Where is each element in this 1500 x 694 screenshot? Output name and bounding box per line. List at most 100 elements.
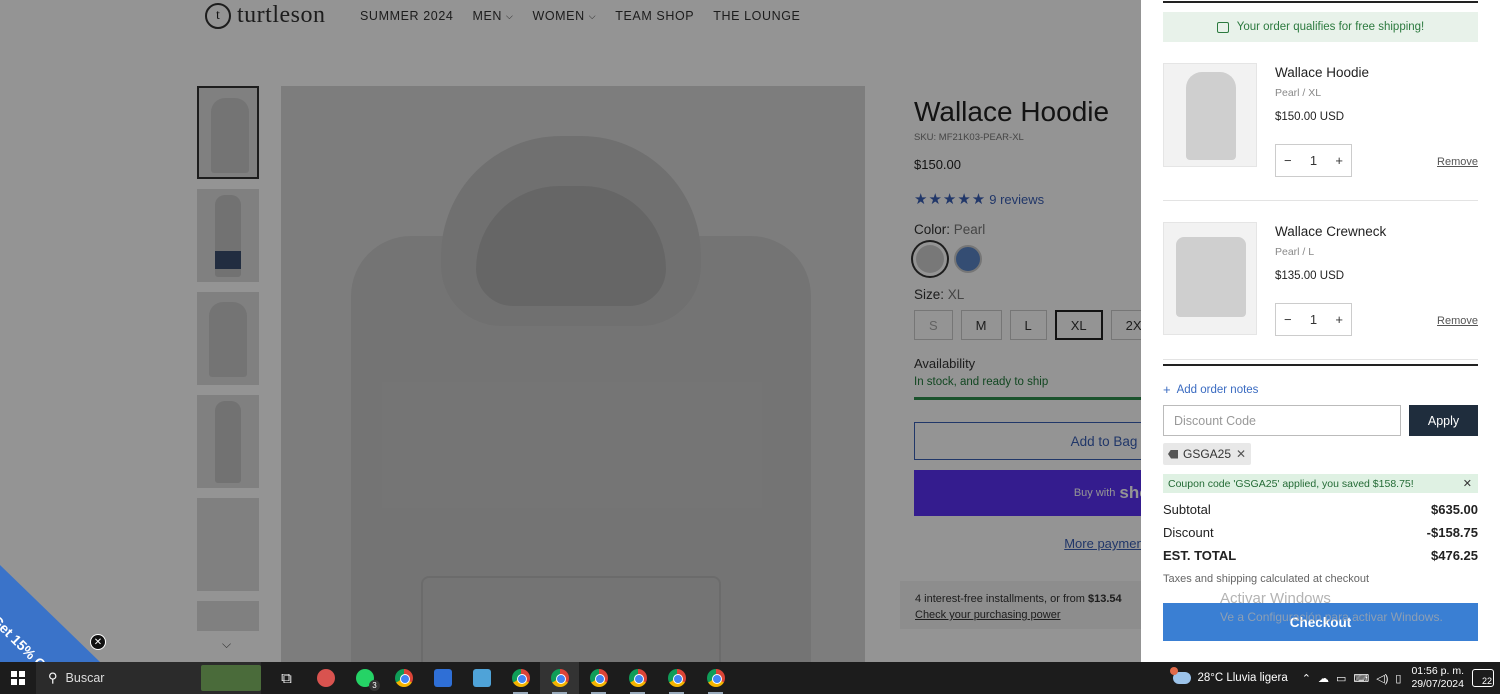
weather-icon xyxy=(1170,667,1192,684)
chrome-icon xyxy=(589,669,608,687)
network-icon[interactable]: ⌨ xyxy=(1353,672,1369,685)
quantity-stepper: − 1 + xyxy=(1275,303,1352,336)
task-view-button[interactable]: ⧉ xyxy=(267,662,306,694)
discount-label: Discount xyxy=(1163,525,1214,540)
whatsapp-badge: 3 xyxy=(369,680,380,691)
chrome-icon xyxy=(550,669,569,687)
crewneck-image xyxy=(1176,237,1246,317)
app-icon xyxy=(316,669,335,687)
windows-activation-subtitle: Ve a Configuración para activar Windows. xyxy=(1220,610,1443,624)
taskbar-chrome-3[interactable] xyxy=(540,662,579,694)
hoodie-image xyxy=(1186,72,1236,160)
cart-drawer: Your order qualifies for free shipping! … xyxy=(1141,0,1500,662)
windows-taskbar: ⚲ Buscar ⧉ 3 28°C Lluvia ligera ⌃ ☁ ▭ ⌨ … xyxy=(0,662,1500,694)
total-label: EST. TOTAL xyxy=(1163,548,1237,563)
subtotal-label: Subtotal xyxy=(1163,502,1211,517)
taskbar-chrome-5[interactable] xyxy=(618,662,657,694)
notification-count: 22 xyxy=(1481,676,1492,686)
weather-text: 28°C Lluvia ligera xyxy=(1197,672,1288,684)
remove-item-link[interactable]: Remove xyxy=(1437,156,1478,168)
notepad-icon xyxy=(472,669,491,687)
chrome-icon xyxy=(511,669,530,687)
cart-item-variant: Pearl / L xyxy=(1275,246,1315,258)
taskbar-search-label: Buscar xyxy=(65,671,105,685)
speaker-icon[interactable]: ◁) xyxy=(1376,672,1388,685)
tax-note: Taxes and shipping calculated at checkou… xyxy=(1163,573,1370,585)
minus-icon[interactable]: − xyxy=(1284,312,1292,327)
remove-item-link[interactable]: Remove xyxy=(1437,315,1478,327)
taskbar-chrome-6[interactable] xyxy=(657,662,696,694)
quantity-stepper: − 1 + xyxy=(1275,144,1352,177)
free-shipping-text: Your order qualifies for free shipping! xyxy=(1236,21,1425,33)
cart-item-image[interactable] xyxy=(1163,222,1257,335)
plus-icon[interactable]: + xyxy=(1335,312,1343,327)
taskbar-app-2[interactable] xyxy=(423,662,462,694)
plus-icon[interactable]: + xyxy=(1335,153,1343,168)
cart-item: Wallace Hoodie Pearl / XL $150.00 USD − … xyxy=(1163,63,1478,183)
taskbar-chrome-7[interactable] xyxy=(696,662,735,694)
package-icon xyxy=(1216,21,1229,33)
taskbar-apps: ⧉ 3 xyxy=(267,662,735,694)
cart-item-variant: Pearl / XL xyxy=(1275,87,1322,99)
coupon-message-text: Coupon code 'GSGA25' applied, you saved … xyxy=(1168,477,1414,490)
discount-code-input[interactable] xyxy=(1163,405,1401,436)
close-icon[interactable]: ✕ xyxy=(1463,477,1472,490)
coupon-code: GSGA25 xyxy=(1183,447,1232,461)
cart-item-price: $150.00 USD xyxy=(1275,111,1345,123)
cloud-icon[interactable]: ☁ xyxy=(1318,672,1329,685)
divider xyxy=(1163,1,1478,3)
weather-widget[interactable]: 28°C Lluvia ligera xyxy=(1170,667,1288,684)
taskbar-chrome-2[interactable] xyxy=(501,662,540,694)
taskbar-app-3[interactable] xyxy=(462,662,501,694)
taskbar-whatsapp[interactable]: 3 xyxy=(345,662,384,694)
total-value: $476.25 xyxy=(1431,548,1478,563)
chrome-icon xyxy=(706,669,725,687)
quantity-value[interactable]: 1 xyxy=(1310,312,1317,327)
minus-icon[interactable]: − xyxy=(1284,153,1292,168)
quantity-value[interactable]: 1 xyxy=(1310,153,1317,168)
taskbar-chrome-4[interactable] xyxy=(579,662,618,694)
chrome-icon xyxy=(628,669,647,687)
discount-row: Discount -$158.75 xyxy=(1163,525,1478,540)
discount-value: -$158.75 xyxy=(1426,525,1478,540)
tray-icons: ⌃ ☁ ▭ ⌨ ◁) ▯ xyxy=(1302,672,1402,685)
taskbar-search[interactable]: ⚲ Buscar xyxy=(36,662,261,694)
task-view-icon: ⧉ xyxy=(281,669,292,687)
cart-item-name[interactable]: Wallace Crewneck xyxy=(1275,224,1386,239)
clock-date: 29/07/2024 xyxy=(1411,678,1464,690)
battery-icon[interactable]: ▯ xyxy=(1395,672,1401,685)
tablet-icon[interactable]: ▭ xyxy=(1336,672,1346,685)
modal-overlay[interactable] xyxy=(0,0,1141,662)
divider xyxy=(1163,200,1478,201)
cart-item: Wallace Crewneck Pearl / L $135.00 USD −… xyxy=(1163,222,1478,342)
remove-coupon-icon[interactable]: ✕ xyxy=(1236,447,1246,461)
subtotal-value: $635.00 xyxy=(1431,502,1478,517)
apply-discount-button[interactable]: Apply xyxy=(1409,405,1478,436)
add-order-notes-link[interactable]: + Add order notes xyxy=(1163,382,1258,397)
free-shipping-banner: Your order qualifies for free shipping! xyxy=(1163,12,1478,42)
coupon-success-message: Coupon code 'GSGA25' applied, you saved … xyxy=(1163,474,1478,493)
taskbar-app-1[interactable] xyxy=(306,662,345,694)
cart-item-name[interactable]: Wallace Hoodie xyxy=(1275,65,1369,80)
total-row: EST. TOTAL $476.25 xyxy=(1163,548,1478,563)
subtotal-row: Subtotal $635.00 xyxy=(1163,502,1478,517)
system-clock[interactable]: 01:56 p. m. 29/07/2024 xyxy=(1411,665,1464,691)
chrome-icon xyxy=(394,669,413,687)
chevron-up-icon[interactable]: ⌃ xyxy=(1302,672,1311,685)
notifications-button[interactable]: 22 xyxy=(1472,669,1494,687)
cart-item-price: $135.00 USD xyxy=(1275,270,1345,282)
divider xyxy=(1163,364,1478,366)
windows-logo-icon xyxy=(11,671,25,685)
app-icon xyxy=(433,669,452,687)
close-icon[interactable]: ✕ xyxy=(90,634,106,650)
cart-item-image[interactable] xyxy=(1163,63,1257,167)
divider xyxy=(1163,359,1478,360)
applied-coupon-chip: GSGA25 ✕ xyxy=(1163,443,1252,465)
chrome-icon xyxy=(667,669,686,687)
tag-icon xyxy=(1168,449,1178,459)
system-tray: 28°C Lluvia ligera ⌃ ☁ ▭ ⌨ ◁) ▯ 01:56 p.… xyxy=(1170,662,1500,694)
start-button[interactable] xyxy=(0,662,36,694)
add-order-notes-label: Add order notes xyxy=(1176,383,1259,396)
taskbar-chrome-1[interactable] xyxy=(384,662,423,694)
clock-time: 01:56 p. m. xyxy=(1411,665,1464,677)
